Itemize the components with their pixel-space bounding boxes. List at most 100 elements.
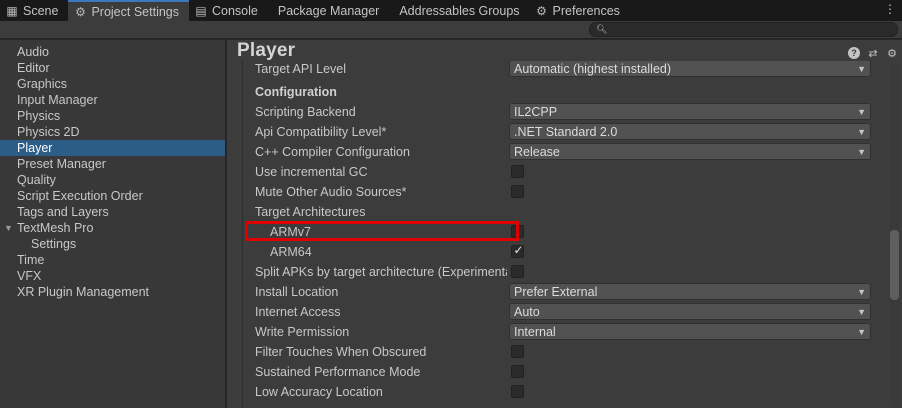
setting-row-filter-touches-when-obscured: Filter Touches When Obscured (243, 342, 882, 362)
tab-project-settings[interactable]: ⚙ Project Settings (68, 0, 189, 21)
chevron-down-icon: ▼ (857, 287, 866, 297)
arm64-checkbox[interactable]: ✓ (511, 243, 524, 258)
setting-row-arm64: ARM64 ✓ (243, 242, 882, 262)
sidebar-item-script-execution-order[interactable]: Script Execution Order (0, 188, 225, 204)
setting-label: Api Compatibility Level* (255, 125, 387, 139)
sidebar-item-label: Input Manager (17, 93, 98, 107)
sidebar-item-label: Time (17, 253, 45, 267)
tab-package-manager[interactable]: Package Manager (268, 0, 389, 21)
sidebar-item-vfx[interactable]: VFX (0, 268, 225, 284)
sidebar-item-label: Physics 2D (17, 125, 80, 139)
setting-row-use-incremental-gc: Use incremental GC (243, 162, 882, 182)
setting-row-internet-access: Internet Access Auto ▼ (243, 302, 882, 322)
setting-row-sustained-performance-mode: Sustained Performance Mode (243, 362, 882, 382)
setting-row-target-api-level: Target API Level Automatic (highest insta… (243, 61, 882, 79)
scene-icon: ▦ (6, 3, 18, 18)
c-compiler-configuration-dropdown[interactable]: Release ▼ (509, 143, 871, 160)
setting-label: Target Architectures (255, 205, 366, 219)
settings-search-input[interactable]: 🔍︎ (589, 22, 898, 37)
sustained-performance-mode-checkbox[interactable] (511, 365, 524, 378)
sidebar-item-label: Graphics (17, 77, 68, 91)
sidebar-item-tags-and-layers[interactable]: Tags and Layers (0, 204, 225, 220)
low-accuracy-location-checkbox[interactable] (511, 385, 524, 398)
sidebar-item-audio[interactable]: Audio (0, 44, 225, 60)
sidebar-item-textmesh-pro[interactable]: ▼ TextMesh Pro (0, 220, 225, 236)
setting-row-split-apks-by-target-architecture-experimental: Split APKs by target architecture (Exper… (243, 262, 882, 282)
sidebar-item-input-manager[interactable]: Input Manager (0, 92, 225, 108)
sidebar-item-physics-2d[interactable]: Physics 2D (0, 124, 225, 140)
chevron-down-icon: ▼ (857, 147, 866, 157)
foldout-arrow-icon[interactable]: ▼ (4, 220, 13, 236)
sidebar-item-label: TextMesh Pro (17, 221, 94, 235)
setting-label: Install Location (255, 285, 339, 299)
setting-label: Target API Level (255, 62, 347, 76)
chevron-down-icon: ▼ (857, 307, 866, 317)
sidebar-item-label: VFX (17, 269, 42, 283)
tab-scene[interactable]: ▦ Scene (0, 0, 68, 21)
api-compatibility-level-dropdown[interactable]: .NET Standard 2.0 ▼ (509, 123, 871, 140)
tab-label: Package Manager (277, 3, 380, 18)
sidebar-item-physics[interactable]: Physics (0, 108, 225, 124)
tab-label: Console (212, 3, 258, 18)
tab-label: Project Settings (91, 4, 179, 19)
sidebar-item-settings[interactable]: Settings (0, 236, 225, 252)
dropdown-value: Release (514, 145, 560, 159)
gear-icon: ⚙ (536, 3, 547, 18)
mute-other-audio-sources-checkbox[interactable] (511, 185, 524, 198)
page-title: Player (237, 40, 296, 61)
sidebar-item-label: Editor (17, 61, 50, 75)
gear-icon: ⚙ (75, 4, 86, 19)
sidebar-item-label: Script Execution Order (17, 189, 143, 203)
armv7-highlight-box (245, 221, 519, 241)
sidebar-item-preset-manager[interactable]: Preset Manager (0, 156, 225, 172)
internet-access-dropdown[interactable]: Auto ▼ (509, 303, 871, 320)
sidebar-item-label: Quality (17, 173, 56, 187)
dropdown-value: Internal (514, 325, 556, 339)
setting-row-c-compiler-configuration: C++ Compiler Configuration Release ▼ (243, 142, 882, 162)
sidebar-item-label: Settings (31, 237, 77, 251)
setting-row-write-permission: Write Permission Internal ▼ (243, 322, 882, 342)
dropdown-value: .NET Standard 2.0 (514, 125, 618, 139)
sidebar-item-label: Tags and Layers (17, 205, 109, 219)
install-location-dropdown[interactable]: Prefer External ▼ (509, 283, 871, 300)
setting-label: Filter Touches When Obscured (255, 345, 427, 359)
setting-label: C++ Compiler Configuration (255, 145, 410, 159)
header-actions: ? ⇄ ⚙ (848, 47, 898, 60)
chevron-down-icon: ▼ (857, 107, 866, 117)
sidebar-item-editor[interactable]: Editor (0, 60, 225, 76)
scrollbar-thumb[interactable] (890, 230, 899, 300)
filter-touches-when-obscured-checkbox[interactable] (511, 345, 524, 358)
sidebar-item-xr-plugin-management[interactable]: XR Plugin Management (0, 284, 225, 300)
vertical-scrollbar[interactable] (890, 63, 899, 406)
scripting-backend-dropdown[interactable]: IL2CPP ▼ (509, 103, 871, 120)
sidebar-item-graphics[interactable]: Graphics (0, 76, 225, 92)
section-header: Configuration (255, 85, 337, 99)
setting-label: Low Accuracy Location (255, 385, 383, 399)
sidebar-item-player[interactable]: Player (0, 140, 225, 156)
more-options-icon[interactable]: ⋮ (884, 3, 896, 15)
use-incremental-gc-checkbox[interactable] (511, 165, 524, 178)
sidebar-item-label: Preset Manager (17, 157, 106, 171)
setting-row-low-accuracy-location: Low Accuracy Location (243, 382, 882, 402)
preset-settings-icon[interactable]: ⇄ (867, 47, 879, 60)
settings-toolbar: 🔍︎ (0, 21, 902, 39)
sidebar-item-time[interactable]: Time (0, 252, 225, 268)
setting-label: Sustained Performance Mode (255, 365, 421, 379)
split-apks-by-target-architecture-experimental-checkbox[interactable] (511, 265, 524, 278)
tab-preferences[interactable]: ⚙ Preferences (530, 0, 630, 21)
write-permission-dropdown[interactable]: Internal ▼ (509, 323, 871, 340)
sidebar-item-label: XR Plugin Management (17, 285, 150, 299)
editor-tab-bar: ▦ Scene ⚙ Project Settings ▤ Console Package M… (0, 0, 902, 21)
setting-row-api-compatibility-level: Api Compatibility Level* .NET Standard 2.… (243, 122, 882, 142)
setting-label: Split APKs by target architecture (Exper… (255, 265, 507, 279)
tab-console[interactable]: ▤ Console (189, 0, 268, 21)
chevron-down-icon: ▼ (857, 64, 866, 74)
dropdown-value: Prefer External (514, 285, 598, 299)
search-icon: 🔍︎ (596, 24, 608, 34)
setting-row-install-location: Install Location Prefer External ▼ (243, 282, 882, 302)
help-icon[interactable]: ? (848, 47, 860, 59)
gear-icon[interactable]: ⚙ (886, 47, 898, 60)
target-api-level-dropdown[interactable]: Automatic (highest installed) ▼ (509, 61, 871, 77)
tab-addressables-groups[interactable]: Addressables Groups (389, 0, 529, 21)
sidebar-item-quality[interactable]: Quality (0, 172, 225, 188)
